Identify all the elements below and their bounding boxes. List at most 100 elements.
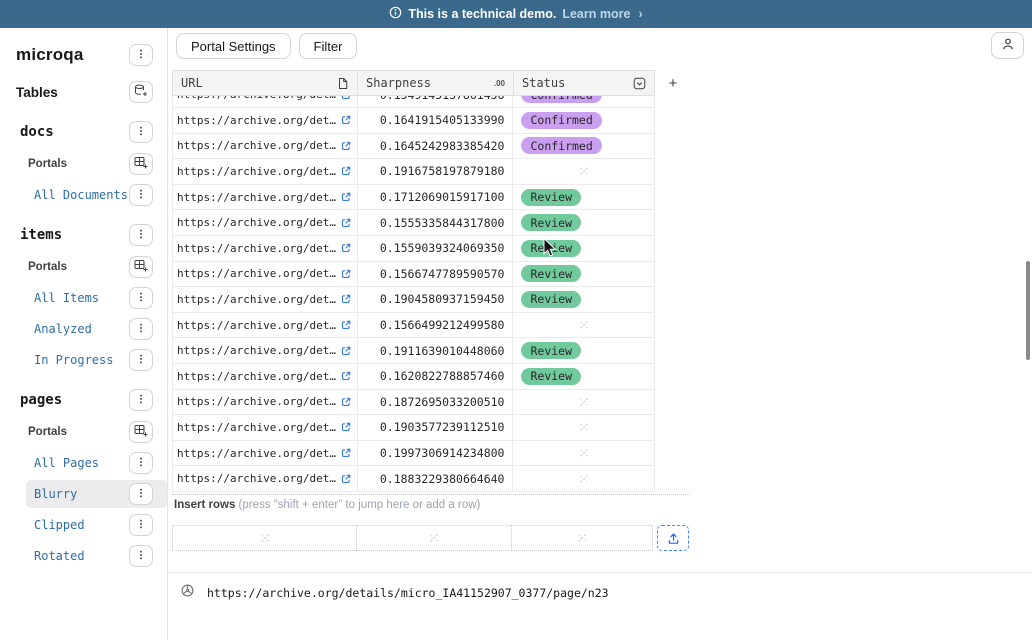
sharpness-cell[interactable]: 0.1555335844317800 (358, 210, 513, 235)
sidebar-item-items[interactable]: items (0, 221, 167, 249)
external-link-icon[interactable] (340, 268, 352, 280)
status-cell[interactable] (513, 159, 655, 184)
table-row[interactable]: https://archive.org/det…0.19116390104480… (172, 338, 655, 364)
url-cell[interactable]: https://archive.org/det… (173, 390, 358, 415)
status-cell[interactable]: Confirmed (513, 134, 655, 159)
sidebar-item-pages[interactable]: pages (0, 386, 167, 414)
external-link-icon[interactable] (340, 293, 352, 305)
sharpness-cell[interactable]: 0.1620822788857460 (358, 364, 513, 389)
kebab-button[interactable] (129, 184, 153, 206)
table-row[interactable]: https://archive.org/det…0.16419154051339… (172, 108, 655, 134)
sharpness-cell[interactable]: 0.1911639010448060 (358, 338, 513, 363)
kebab-button[interactable] (129, 287, 153, 309)
kebab-button[interactable] (129, 318, 153, 340)
sharpness-cell[interactable]: 0.1872695033200510 (358, 390, 513, 415)
external-link-icon[interactable] (340, 165, 352, 177)
user-button[interactable] (991, 32, 1024, 59)
kebab-button[interactable] (129, 514, 153, 536)
status-cell[interactable]: Review (513, 210, 655, 235)
status-cell[interactable]: Confirmed (513, 96, 655, 107)
external-link-icon[interactable] (340, 447, 352, 459)
status-cell[interactable] (513, 466, 655, 491)
sharpness-cell[interactable]: 0.1916758197879180 (358, 159, 513, 184)
url-cell[interactable]: https://archive.org/det… (173, 415, 358, 440)
url-cell[interactable]: https://archive.org/det… (173, 236, 358, 261)
grid-plus-button[interactable] (129, 153, 153, 175)
upload-row-button[interactable] (657, 525, 689, 551)
table-row[interactable]: https://archive.org/det…0.19045809371594… (172, 287, 655, 313)
sharpness-cell[interactable]: 0.1641915405133990 (358, 108, 513, 133)
insert-cell-sharpness[interactable] (356, 525, 512, 551)
table-row[interactable]: https://archive.org/det…0.19035772391125… (172, 415, 655, 441)
status-cell[interactable]: Review (513, 185, 655, 210)
status-cell[interactable] (513, 415, 655, 440)
sharpness-cell[interactable]: 0.1566747789590570 (358, 262, 513, 287)
status-cell[interactable] (513, 441, 655, 466)
sidebar-item-blurry[interactable]: Blurry (26, 480, 167, 508)
sharpness-cell[interactable]: 0.1883229380664640 (358, 466, 513, 491)
sidebar-item-clipped[interactable]: Clipped (0, 511, 167, 539)
sharpness-cell[interactable]: 0.1712069015917100 (358, 185, 513, 210)
sidebar-item-in-progress[interactable]: In Progress (0, 346, 167, 374)
portal-settings-button[interactable]: Portal Settings (176, 33, 291, 59)
status-cell[interactable]: Confirmed (513, 108, 655, 133)
filter-button[interactable]: Filter (299, 33, 358, 59)
kebab-button[interactable] (129, 452, 153, 474)
kebab-button[interactable] (129, 121, 153, 143)
external-link-icon[interactable] (340, 242, 352, 254)
table-row[interactable]: https://archive.org/det…0.19973069142348… (172, 441, 655, 467)
grid-plus-button[interactable] (129, 421, 153, 443)
sidebar-item-rotated[interactable]: Rotated (0, 542, 167, 570)
sharpness-cell[interactable]: 0.1645242983385420 (358, 134, 513, 159)
record-url[interactable]: https://archive.org/details/micro_IA4115… (207, 586, 609, 600)
kebab-button[interactable] (129, 483, 153, 505)
table-row[interactable]: https://archive.org/det…0.18832293806646… (172, 466, 655, 492)
external-link-icon[interactable] (340, 114, 352, 126)
sharpness-cell[interactable]: 0.1904580937159450 (358, 287, 513, 312)
table-row[interactable]: https://archive.org/det…0.17120690159171… (172, 185, 655, 211)
column-header-url[interactable]: URL (172, 70, 357, 96)
external-link-icon[interactable] (340, 370, 352, 382)
status-cell[interactable]: Review (513, 236, 655, 261)
url-cell[interactable]: https://archive.org/det… (173, 364, 358, 389)
status-cell[interactable]: Review (513, 364, 655, 389)
url-cell[interactable]: https://archive.org/det… (173, 338, 358, 363)
sidebar-item-all-items[interactable]: All Items (0, 284, 167, 312)
kebab-button[interactable] (129, 545, 153, 567)
url-cell[interactable]: https://archive.org/det… (173, 313, 358, 338)
url-cell[interactable]: https://archive.org/det… (173, 96, 358, 107)
insert-cell-url[interactable] (172, 525, 357, 551)
external-link-icon[interactable] (340, 96, 352, 101)
vertical-scrollbar[interactable] (1026, 261, 1030, 360)
sharpness-cell[interactable]: 0.1549145137861456 (358, 96, 513, 107)
external-link-icon[interactable] (340, 217, 352, 229)
status-cell[interactable]: Review (513, 338, 655, 363)
sidebar-item-all-pages[interactable]: All Pages (0, 449, 167, 477)
column-header-status[interactable]: Status (513, 70, 655, 96)
external-link-icon[interactable] (340, 140, 352, 152)
insert-cell-status[interactable] (511, 525, 653, 551)
external-link-icon[interactable] (340, 473, 352, 485)
sidebar-item-all-documents[interactable]: All Documents (0, 181, 167, 209)
sharpness-cell[interactable]: 0.1903577239112510 (358, 415, 513, 440)
external-link-icon[interactable] (340, 319, 352, 331)
table-row[interactable]: https://archive.org/det…0.15590393240693… (172, 236, 655, 262)
kebab-button[interactable] (129, 389, 153, 411)
url-cell[interactable]: https://archive.org/det… (173, 210, 358, 235)
table-row[interactable]: https://archive.org/det…0.16452429833854… (172, 134, 655, 160)
add-column-button[interactable]: + (655, 70, 691, 96)
table-row[interactable]: https://archive.org/det…0.15667477895905… (172, 262, 655, 288)
table-row[interactable]: https://archive.org/det…0.16208227888574… (172, 364, 655, 390)
status-cell[interactable] (513, 313, 655, 338)
url-cell[interactable]: https://archive.org/det… (173, 134, 358, 159)
url-cell[interactable]: https://archive.org/det… (173, 262, 358, 287)
external-link-icon[interactable] (340, 421, 352, 433)
kebab-button[interactable] (129, 349, 153, 371)
table-row[interactable]: https://archive.org/det…0.19167581978791… (172, 159, 655, 185)
learn-more-link[interactable]: Learn more (562, 7, 630, 21)
external-link-icon[interactable] (340, 345, 352, 357)
grid-plus-button[interactable] (129, 256, 153, 278)
external-link-icon[interactable] (340, 396, 352, 408)
url-cell[interactable]: https://archive.org/det… (173, 287, 358, 312)
sharpness-cell[interactable]: 0.1997306914234800 (358, 441, 513, 466)
